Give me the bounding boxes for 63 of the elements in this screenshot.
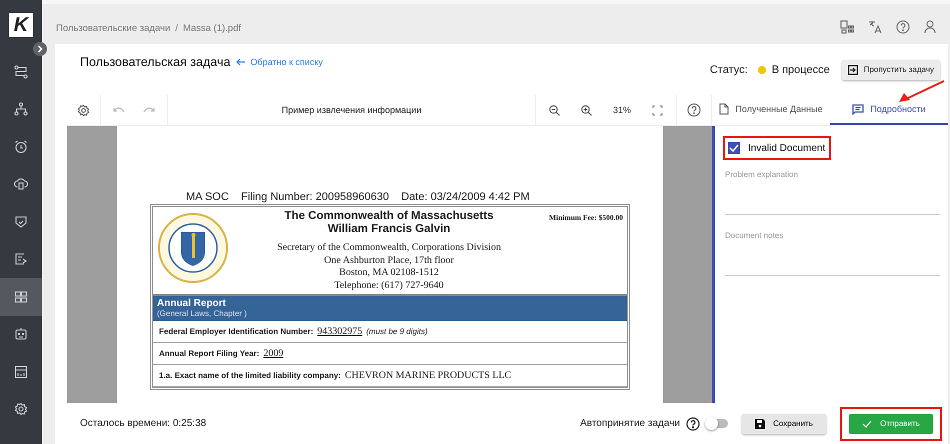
document-title: The Commonwealth of Massachusetts <box>284 210 494 223</box>
document-title: William Francis Galvin <box>328 223 450 236</box>
field-value: 2009 <box>263 348 284 359</box>
checkbox-label[interactable]: Invalid Document <box>748 142 826 154</box>
zoom-level: 31% <box>612 105 631 115</box>
breadcrumb-link[interactable]: Massa (1).pdf <box>182 22 242 34</box>
tab[interactable]: Полученные Данные <box>712 95 830 125</box>
user-icon[interactable] <box>924 20 936 34</box>
band-title: Annual Report <box>157 298 227 309</box>
seal-drawing <box>157 212 229 284</box>
skip-button[interactable]: Пропустить задачу <box>842 60 940 80</box>
chevron-icon[interactable] <box>33 42 47 56</box>
checkbox[interactable] <box>728 142 740 154</box>
hierarchy-icon <box>14 102 28 116</box>
auto-accept-switch[interactable] <box>708 419 728 428</box>
field-value: CHEVRON MARINE PRODUCTS LLC <box>344 370 512 381</box>
comment-icon <box>852 104 864 114</box>
grid-icon <box>14 290 28 304</box>
skip-icon <box>848 64 858 74</box>
calendar-icon <box>14 364 28 379</box>
apps-icon[interactable] <box>840 20 854 34</box>
zoom-in-icon[interactable] <box>580 104 592 116</box>
fullscreen-icon[interactable] <box>652 104 663 116</box>
address-line: Telephone: (617) 727-9640 <box>334 280 444 292</box>
field-note: (must be 9 digits) <box>366 327 428 336</box>
help-icon[interactable] <box>686 416 700 430</box>
status-dot <box>758 66 766 74</box>
cloud-icon <box>14 177 28 192</box>
sidebar-item[interactable] <box>0 278 42 316</box>
logo[interactable]: K <box>9 13 33 37</box>
route-icon <box>14 64 28 79</box>
filing-line: MA SOC Filing Number: 200958960630 Date: 03/24/2009 4:42 PM <box>185 191 531 204</box>
address-line: Secretary of the Commonwealth, Corporations Division <box>277 242 501 254</box>
translate-icon[interactable] <box>868 20 882 34</box>
page-title: Пользовательская задача <box>80 54 230 68</box>
help-icon[interactable] <box>687 103 701 117</box>
shield-icon <box>14 214 28 229</box>
breadcrumb-separator: / <box>175 22 178 34</box>
field-label: 1.a. Exact name of the limited liability company: <box>159 371 341 380</box>
breadcrumb-link[interactable]: Пользовательские задачи <box>56 22 170 34</box>
back-link[interactable]: Обратно к списку <box>236 56 323 66</box>
save-button[interactable]: Сохранить <box>742 414 826 434</box>
time-remaining: Осталось времени: 0:25:38 <box>80 418 206 429</box>
arrow-left-icon <box>236 58 246 66</box>
file-icon <box>719 103 730 115</box>
zoom-out-icon[interactable] <box>548 104 560 116</box>
settings-icon <box>14 402 28 416</box>
alarm-clock-icon <box>14 140 28 154</box>
field-label: Federal Employer Identification Number: <box>159 327 314 336</box>
annotation-arrow <box>896 80 946 104</box>
auto-accept-label: Автопринятие задачи <box>580 418 680 429</box>
address-line: One Ashburton Place, 17th floor <box>324 254 454 267</box>
status-label: Статус: <box>710 64 748 76</box>
settings-icon[interactable] <box>77 104 90 116</box>
band-subtitle: (General Laws, Chapter ) <box>157 309 248 318</box>
check-icon <box>862 420 872 428</box>
field-label: Annual Report Filing Year: <box>159 349 260 358</box>
robot-icon <box>14 327 28 342</box>
viewer-title: Пример извлечения информации <box>280 105 422 115</box>
address-line: Boston, MA 02108-1512 <box>339 267 439 280</box>
document-icon <box>14 252 28 266</box>
status-text: В процессе <box>772 64 830 76</box>
field-value: 943302975 <box>317 326 362 337</box>
